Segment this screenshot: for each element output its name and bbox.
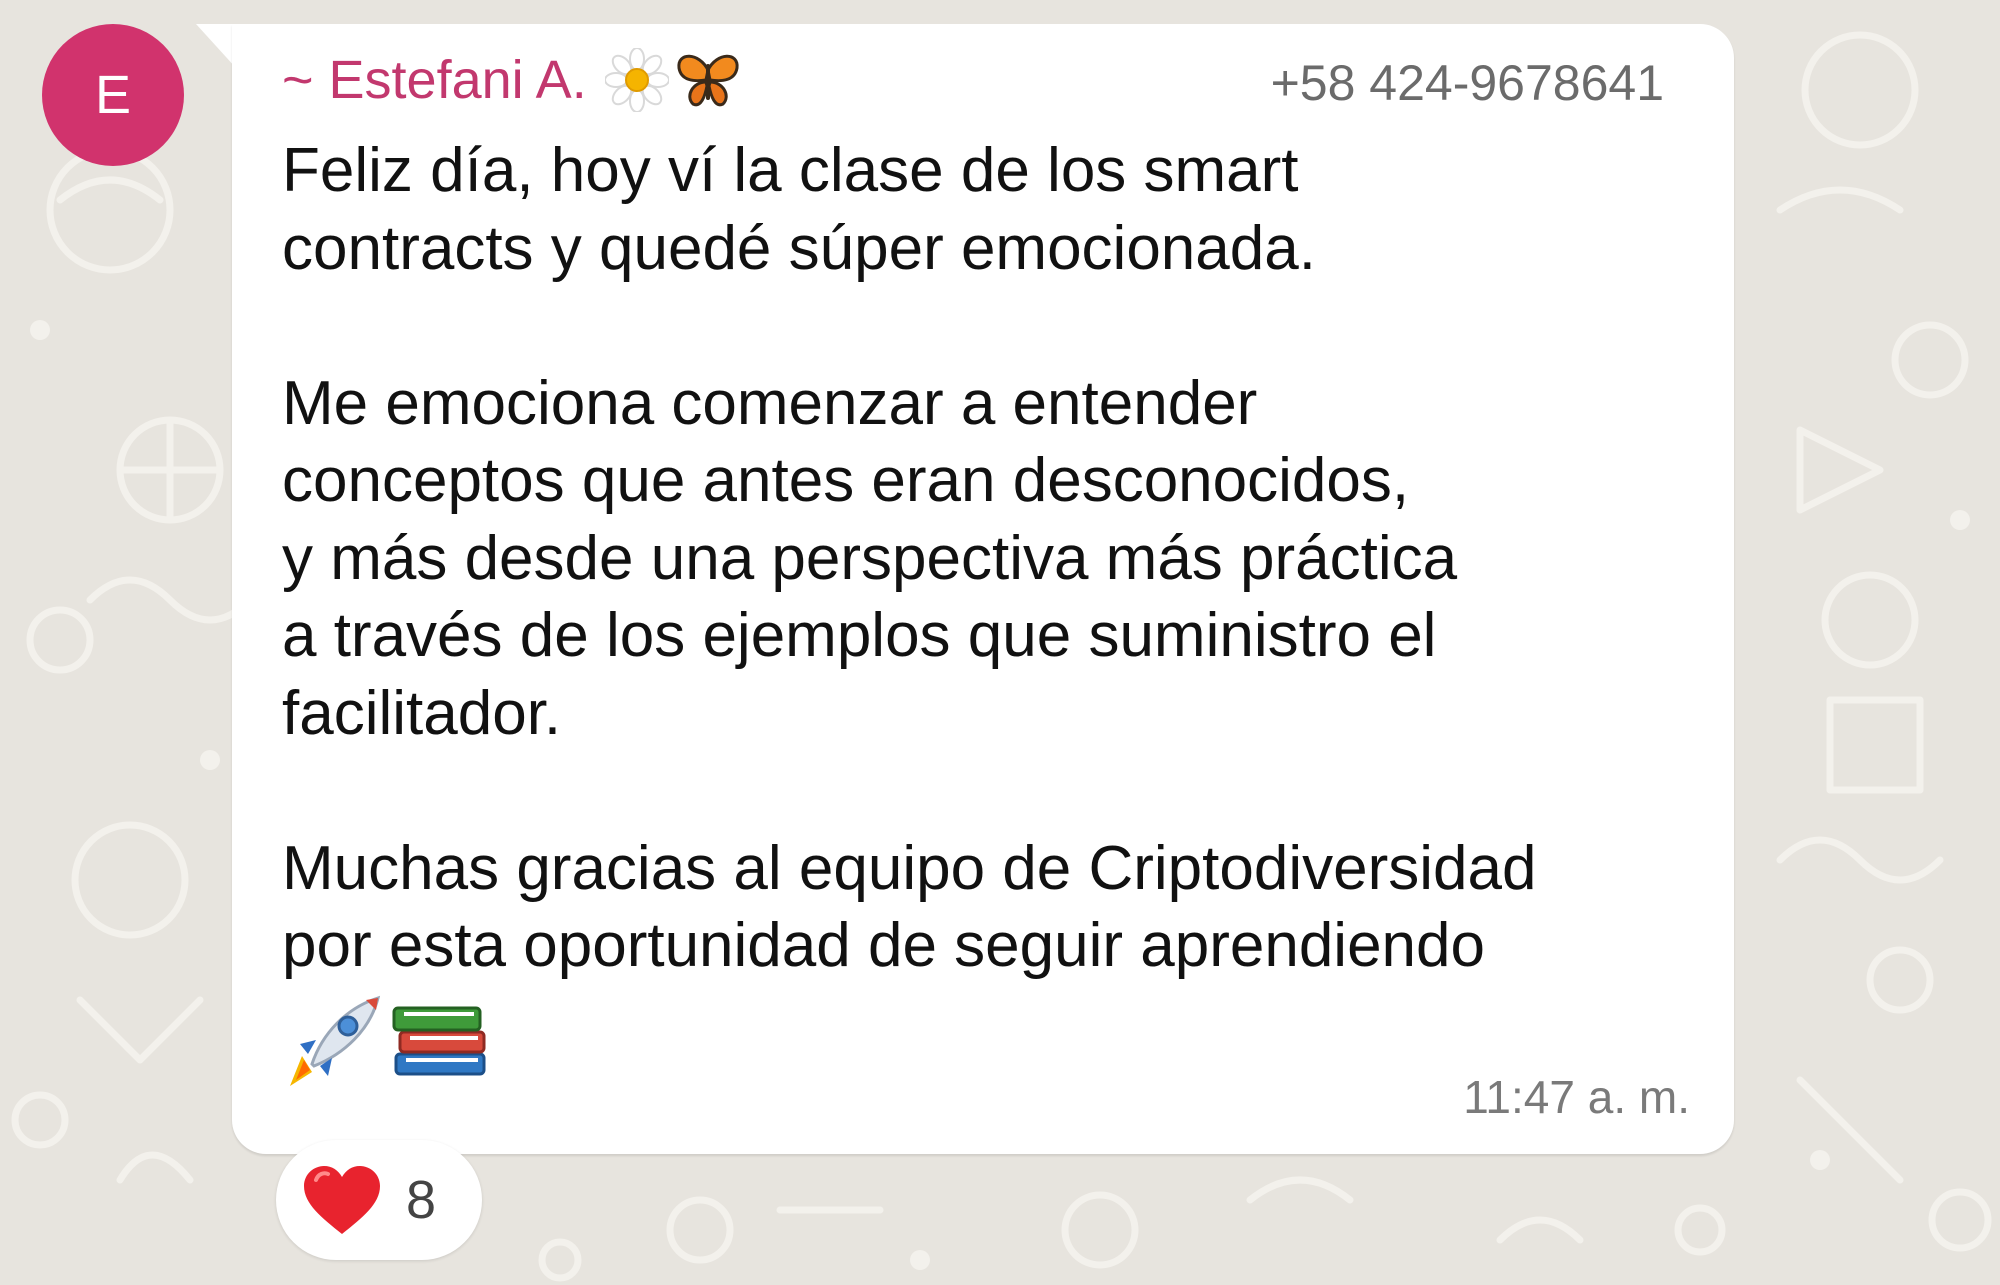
sender-name[interactable]: ~ Estefani A.	[282, 49, 587, 111]
sender-name-emojis	[604, 48, 741, 112]
sender-phone[interactable]: +58 424-9678641	[1271, 54, 1664, 112]
reaction-pill[interactable]: 8	[276, 1140, 482, 1260]
butterfly-icon	[677, 54, 739, 107]
sender-name-row[interactable]: ~ Estefani A.	[282, 48, 741, 112]
message-emojis	[282, 994, 490, 1090]
message-text: Feliz día, hoy ví la clase de los smart …	[282, 136, 1537, 980]
books-icon	[392, 1006, 486, 1076]
message-timestamp: 11:47 a. m.	[1463, 1071, 1690, 1123]
sender-avatar[interactable]: E	[42, 24, 184, 166]
avatar-initial: E	[94, 65, 132, 125]
bubble-tail	[196, 24, 236, 68]
message-bubble[interactable]: ~ Estefani A. +58 424-9678641 Feliz día,…	[232, 24, 1734, 1154]
heart-icon	[304, 1166, 380, 1234]
daisy-icon	[604, 48, 669, 112]
reaction-count: 8	[406, 1170, 437, 1230]
rocket-icon	[290, 995, 381, 1086]
